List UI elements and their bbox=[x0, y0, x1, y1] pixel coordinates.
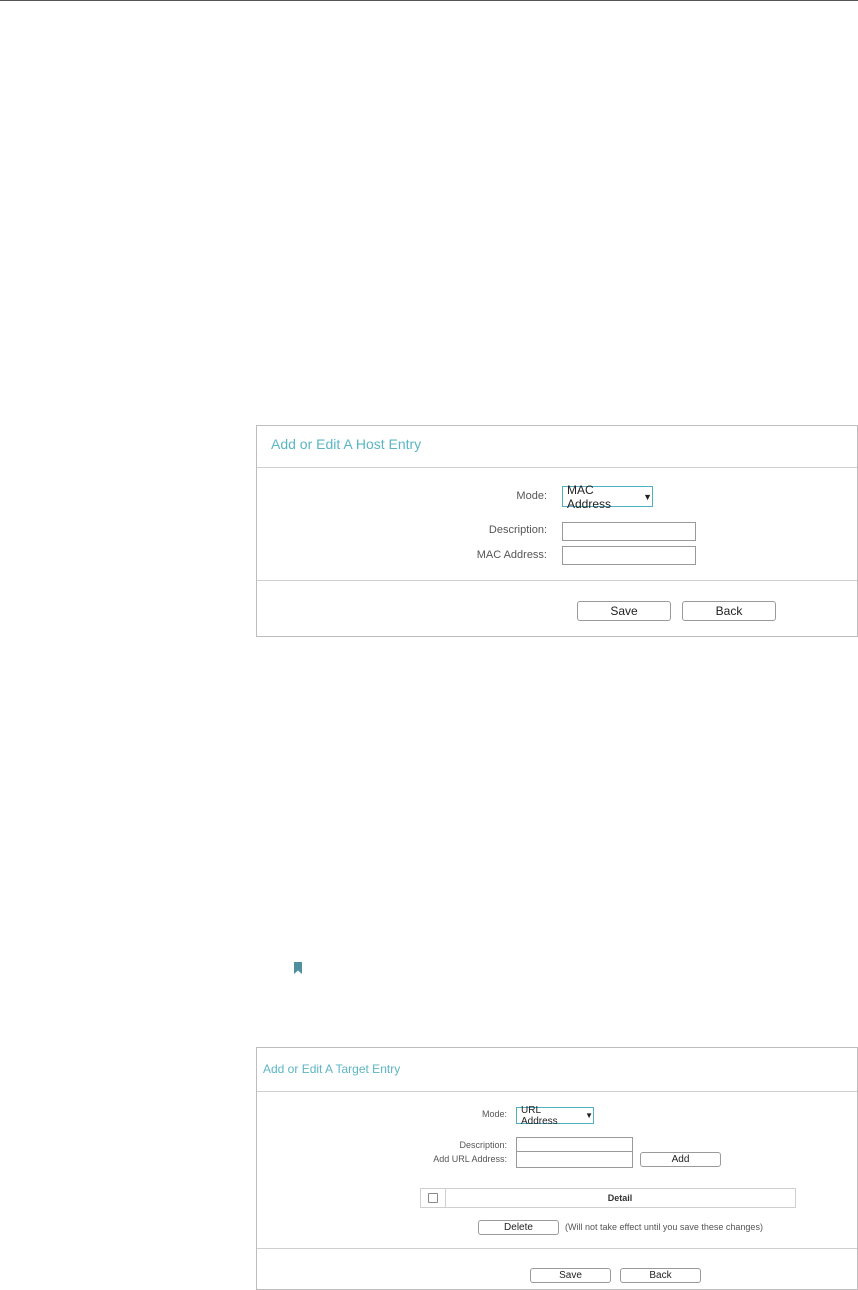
host-description-input[interactable] bbox=[562, 522, 696, 541]
host-entry-panel: Add or Edit A Host Entry Mode: MAC Addre… bbox=[256, 425, 858, 637]
host-back-button[interactable]: Back bbox=[682, 601, 776, 621]
target-entry-panel: Add or Edit A Target Entry Mode: URL Add… bbox=[256, 1047, 858, 1290]
chevron-down-icon: ▼ bbox=[643, 491, 652, 502]
host-panel-header: Add or Edit A Host Entry bbox=[257, 426, 857, 468]
target-mode-value: URL Address bbox=[521, 1104, 558, 1127]
target-panel-title: Add or Edit A Target Entry bbox=[263, 1062, 401, 1076]
host-mode-select[interactable]: MAC Address ▼ bbox=[562, 483, 653, 511]
target-save-button[interactable]: Save bbox=[530, 1268, 611, 1283]
target-panel-header: Add or Edit A Target Entry bbox=[257, 1048, 857, 1092]
select-all-checkbox[interactable] bbox=[428, 1193, 438, 1203]
bookmark-icon bbox=[294, 962, 302, 974]
url-detail-table: Detail bbox=[420, 1188, 796, 1208]
top-rule bbox=[0, 0, 858, 1]
delete-note: (Will not take effect until you save the… bbox=[565, 1222, 763, 1232]
target-url-label: Add URL Address: bbox=[433, 1154, 507, 1164]
target-footer-divider bbox=[257, 1248, 857, 1249]
target-url-input[interactable] bbox=[516, 1151, 633, 1168]
host-mode-value: MAC Address bbox=[567, 482, 612, 511]
host-save-button[interactable]: Save bbox=[577, 601, 671, 621]
host-description-label: Description: bbox=[488, 524, 547, 536]
target-description-label: Description: bbox=[459, 1140, 507, 1150]
select-all-cell bbox=[421, 1189, 446, 1207]
detail-column-header: Detail bbox=[607, 1193, 633, 1203]
target-mode-label: Mode: bbox=[481, 1109, 507, 1119]
target-mode-select[interactable]: URL Address ▼ bbox=[516, 1104, 594, 1127]
host-mac-input[interactable] bbox=[562, 546, 696, 565]
host-footer-divider bbox=[257, 580, 857, 581]
target-back-button[interactable]: Back bbox=[620, 1268, 701, 1283]
host-mode-label: Mode: bbox=[516, 490, 547, 502]
add-url-button[interactable]: Add bbox=[640, 1152, 721, 1167]
host-mac-label: MAC Address: bbox=[476, 549, 547, 561]
host-panel-title: Add or Edit A Host Entry bbox=[271, 436, 422, 452]
chevron-down-icon: ▼ bbox=[585, 1111, 593, 1120]
delete-button[interactable]: Delete bbox=[478, 1220, 559, 1235]
